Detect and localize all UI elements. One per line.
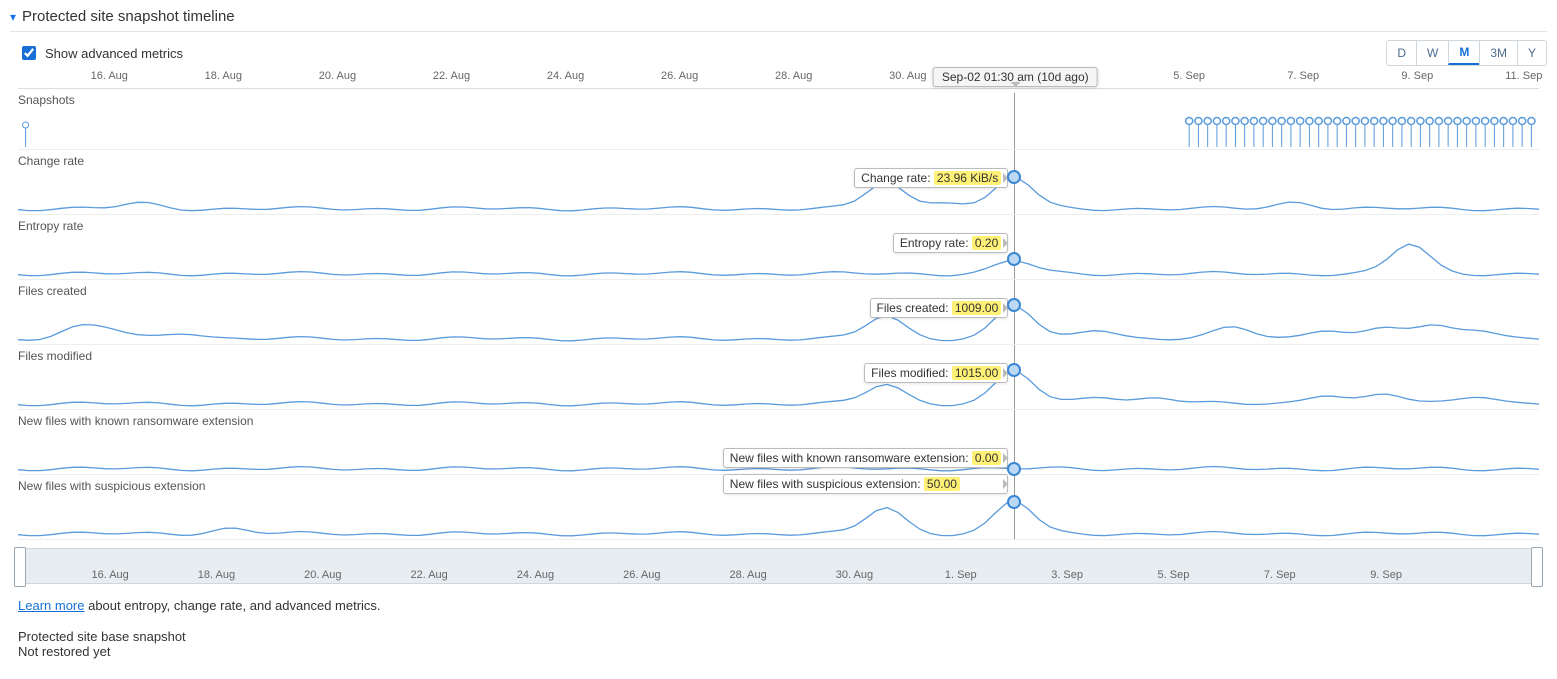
nav-tick: 9. Sep (1370, 569, 1402, 581)
axis-tick: 5. Sep (1173, 70, 1205, 82)
learn-more-link[interactable]: Learn more (18, 598, 84, 613)
learn-more-tail: about entropy, change rate, and advanced… (84, 598, 380, 613)
collapse-icon[interactable]: ▾ (10, 10, 16, 24)
chart-area[interactable]: Sep-02 01:30 am (10d ago) Snapshots Chan… (18, 93, 1539, 540)
axis-tick: 26. Aug (661, 70, 698, 82)
chart-row-susp-ext[interactable] (18, 495, 1539, 540)
nav-tick: 22. Aug (410, 569, 447, 581)
chart-row-files-created[interactable]: Files created: 1009.00 (18, 300, 1539, 345)
marker-dot (1007, 252, 1021, 266)
range-3month[interactable]: 3M (1479, 41, 1517, 65)
section-title: Protected site snapshot timeline (22, 8, 235, 25)
nav-tick: 16. Aug (91, 569, 128, 581)
axis-tick: 7. Sep (1287, 70, 1319, 82)
marker-dot (1007, 462, 1021, 476)
row-label-files-modified: Files modified (18, 349, 1539, 363)
show-advanced-checkbox[interactable] (22, 46, 36, 60)
axis-tick: 24. Aug (547, 70, 584, 82)
chart-row-snapshots[interactable] (18, 109, 1539, 150)
toolbar: Show advanced metrics D W M 3M Y (10, 40, 1547, 66)
not-restored-label: Not restored yet (18, 644, 1539, 659)
nav-tick: 26. Aug (623, 569, 660, 581)
footer: Learn more about entropy, change rate, a… (18, 598, 1539, 659)
row-label-ransom-ext: New files with known ransomware extensio… (18, 414, 1539, 428)
marker-dot (1007, 495, 1021, 509)
nav-tick: 3. Sep (1051, 569, 1083, 581)
range-week[interactable]: W (1416, 41, 1448, 65)
nav-tick: 1. Sep (945, 569, 977, 581)
nav-tick: 24. Aug (517, 569, 554, 581)
axis-tick: 18. Aug (205, 70, 242, 82)
marker-dot (1007, 170, 1021, 184)
nav-tick: 7. Sep (1264, 569, 1296, 581)
row-label-entropy-rate: Entropy rate (18, 219, 1539, 233)
marker-dot (1007, 363, 1021, 377)
chart-row-ransom-ext[interactable]: New files with known ransomware extensio… (18, 430, 1539, 475)
nav-tick: 5. Sep (1158, 569, 1190, 581)
timeline-axis-top: 16. Aug 18. Aug 20. Aug 22. Aug 24. Aug 26. A… (18, 70, 1539, 89)
range-month[interactable]: M (1448, 41, 1479, 65)
flag-entropy-rate: Entropy rate: 0.20 (893, 233, 1008, 253)
axis-tick: 22. Aug (433, 70, 470, 82)
axis-tick: 28. Aug (775, 70, 812, 82)
nav-tick: 28. Aug (729, 569, 766, 581)
axis-tick: 11. Sep (1505, 70, 1542, 82)
axis-tick: 20. Aug (319, 70, 356, 82)
flag-change-rate: Change rate: 23.96 KiB/s (854, 168, 1008, 188)
section-header: ▾ Protected site snapshot timeline (10, 8, 1547, 32)
base-snapshot-label: Protected site base snapshot (18, 629, 1539, 644)
row-label-files-created: Files created (18, 284, 1539, 298)
range-year[interactable]: Y (1517, 41, 1546, 65)
nav-handle-right[interactable] (1531, 547, 1543, 587)
time-range-buttons: D W M 3M Y (1386, 40, 1547, 66)
flag-files-created: Files created: 1009.00 (870, 298, 1009, 318)
row-label-snapshots: Snapshots (18, 93, 1539, 107)
axis-tick: 30. Aug (889, 70, 926, 82)
chart-row-change-rate[interactable]: Change rate: 23.96 KiB/s (18, 170, 1539, 215)
nav-tick: 18. Aug (198, 569, 235, 581)
chart-row-files-modified[interactable]: Files modified: 1015.00 (18, 365, 1539, 410)
axis-tick: 16. Aug (91, 70, 128, 82)
row-label-change-rate: Change rate (18, 154, 1539, 168)
timeline-navigator[interactable]: 16. Aug 18. Aug 20. Aug 22. Aug 24. Aug 26. A… (18, 548, 1539, 584)
nav-tick: 30. Aug (836, 569, 873, 581)
flag-ransom-ext: New files with known ransomware extensio… (723, 448, 1008, 468)
chart-row-entropy-rate[interactable]: Entropy rate: 0.20 (18, 235, 1539, 280)
marker-dot (1007, 298, 1021, 312)
flag-susp-ext: New files with suspicious extension: 50.… (723, 474, 1008, 494)
show-advanced-label: Show advanced metrics (45, 46, 183, 61)
nav-tick: 20. Aug (304, 569, 341, 581)
show-advanced-metrics-toggle[interactable]: Show advanced metrics (18, 43, 183, 63)
flag-files-modified: Files modified: 1015.00 (864, 363, 1008, 383)
axis-tick: 9. Sep (1401, 70, 1433, 82)
range-day[interactable]: D (1387, 41, 1416, 65)
